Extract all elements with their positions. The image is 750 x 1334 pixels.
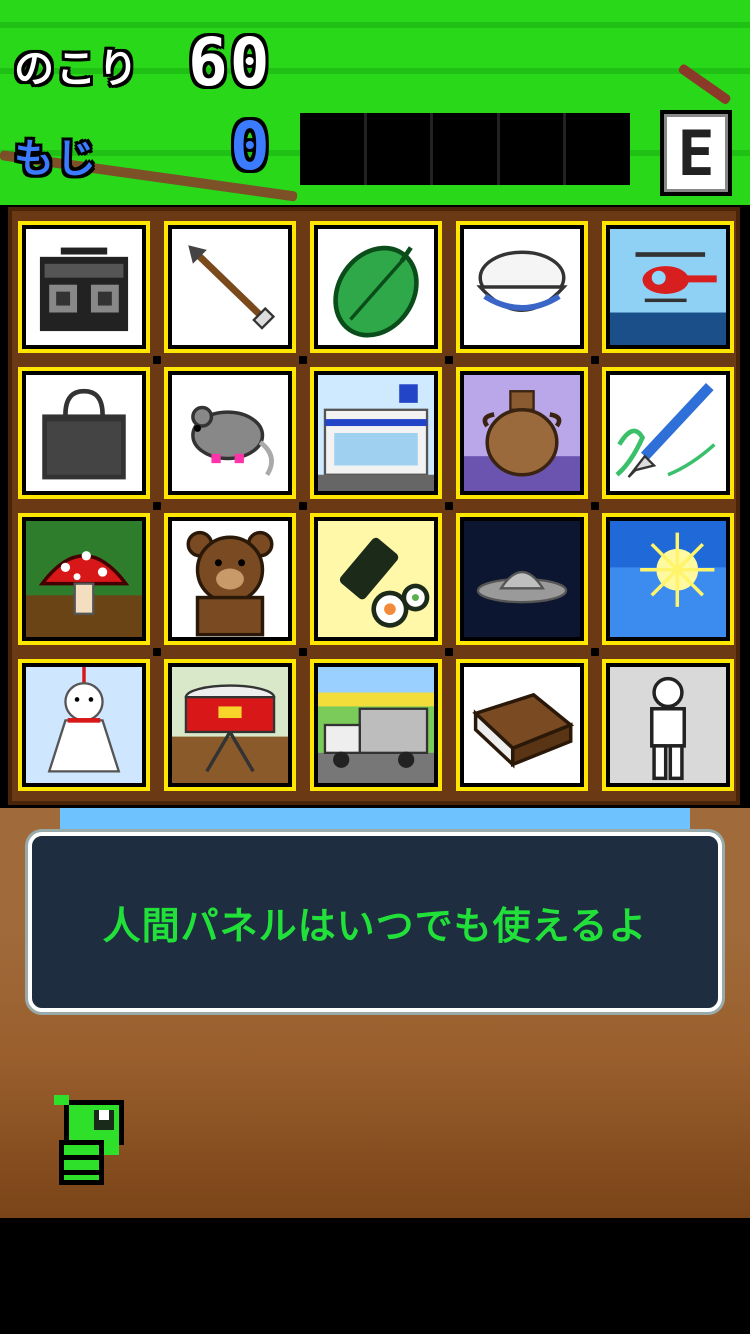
bear-icon	[172, 521, 288, 637]
word-slot	[500, 113, 567, 185]
grid-joint	[591, 648, 599, 656]
tile-picture	[464, 667, 580, 783]
teru-teru-bozu-icon	[26, 667, 142, 783]
game-screen: のこり 60 もじ 0 E 人間パネルはいつでも使えるよ	[0, 0, 750, 1334]
book-icon	[464, 667, 580, 783]
message-box: 人間パネルはいつでも使えるよ	[28, 832, 722, 1012]
bag-tile[interactable]	[18, 367, 150, 499]
tile-picture	[318, 229, 434, 345]
sushi-roll-icon	[318, 521, 434, 637]
bear-tile[interactable]	[164, 513, 296, 645]
truck-tile[interactable]	[310, 659, 442, 791]
word-slot	[433, 113, 500, 185]
bag-icon	[26, 375, 142, 491]
grid-joint	[153, 356, 161, 364]
grid-joint	[445, 502, 453, 510]
tile-picture	[610, 229, 726, 345]
tile-picture	[26, 229, 142, 345]
level-badge: E	[660, 110, 732, 196]
mouse-icon	[172, 375, 288, 491]
vase-tile[interactable]	[456, 367, 588, 499]
book-tile[interactable]	[456, 659, 588, 791]
tile-picture	[26, 667, 142, 783]
convenience-store-tile[interactable]	[310, 367, 442, 499]
panel-board	[8, 207, 740, 805]
grid-joint	[299, 356, 307, 364]
grid-joint	[299, 648, 307, 656]
mouse-tile[interactable]	[164, 367, 296, 499]
ufo-tile[interactable]	[456, 513, 588, 645]
mushroom-tile[interactable]	[18, 513, 150, 645]
grid-joint	[445, 356, 453, 364]
grass-header: のこり 60 もじ 0 E	[0, 0, 750, 205]
bottom-bar	[0, 1218, 750, 1334]
vase-icon	[464, 375, 580, 491]
tile-picture	[26, 521, 142, 637]
teru-teru-bozu-tile[interactable]	[18, 659, 150, 791]
brush-tile[interactable]	[602, 367, 734, 499]
word-slot	[367, 113, 434, 185]
remaining-label: のこり	[14, 46, 140, 92]
human-icon	[610, 667, 726, 783]
tile-picture	[172, 667, 288, 783]
grid-joint	[299, 502, 307, 510]
grid-joint	[591, 356, 599, 364]
radio-cassette-tile[interactable]	[18, 221, 150, 353]
grid-joint	[591, 502, 599, 510]
sushi-roll-tile[interactable]	[310, 513, 442, 645]
rice-bowl-icon	[464, 229, 580, 345]
arrow-icon	[172, 229, 288, 345]
drum-tile[interactable]	[164, 659, 296, 791]
sun-tile[interactable]	[602, 513, 734, 645]
tile-picture	[318, 667, 434, 783]
green-caterpillar-icon	[54, 1095, 124, 1185]
tile-picture	[464, 521, 580, 637]
leaf-icon	[318, 229, 434, 345]
tile-picture	[318, 521, 434, 637]
remaining-value: 60	[188, 24, 272, 101]
rice-bowl-tile[interactable]	[456, 221, 588, 353]
human-panel-tile[interactable]	[602, 659, 734, 791]
grid-joint	[445, 648, 453, 656]
tile-picture	[26, 375, 142, 491]
tile-picture	[172, 229, 288, 345]
tile-picture	[610, 667, 726, 783]
boombox-icon	[26, 229, 142, 345]
message-text: 人間パネルはいつでも使えるよ	[102, 903, 648, 948]
tile-picture	[610, 521, 726, 637]
tile-picture	[172, 521, 288, 637]
grid-joint	[153, 502, 161, 510]
word-slot	[300, 113, 367, 185]
grid-joint	[153, 648, 161, 656]
tile-picture	[610, 375, 726, 491]
ufo-icon	[464, 521, 580, 637]
drum-icon	[172, 667, 288, 783]
store-icon	[318, 375, 434, 491]
leaf-tile[interactable]	[310, 221, 442, 353]
sun-icon	[610, 521, 726, 637]
letters-label: もじ	[14, 136, 98, 182]
tile-picture	[464, 229, 580, 345]
arrow-tile[interactable]	[164, 221, 296, 353]
word-answer-bar	[300, 113, 630, 185]
tile-picture	[318, 375, 434, 491]
tile-picture	[172, 375, 288, 491]
mushroom-icon	[26, 521, 142, 637]
truck-icon	[318, 667, 434, 783]
tile-picture	[464, 375, 580, 491]
letters-value: 0	[230, 108, 272, 185]
brush-icon	[610, 375, 726, 491]
helicopter-icon	[610, 229, 726, 345]
word-slot	[566, 113, 630, 185]
helicopter-tile[interactable]	[602, 221, 734, 353]
